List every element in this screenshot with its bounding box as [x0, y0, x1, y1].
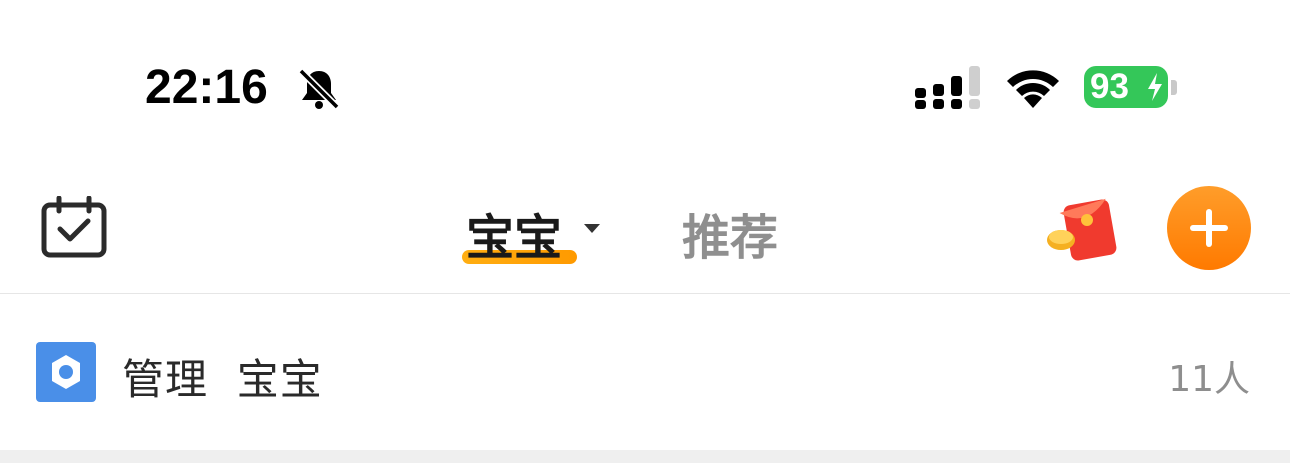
- section-divider: [0, 450, 1290, 463]
- manage-baby-row[interactable]: 管理 宝宝 11人: [0, 294, 1290, 450]
- caret-down-icon[interactable]: [582, 222, 602, 234]
- member-count: 11人: [1168, 359, 1250, 400]
- battery-level: 93: [1090, 67, 1129, 106]
- status-bar: 22:16 93: [0, 0, 1290, 150]
- signal-icon: [915, 66, 980, 109]
- red-packet-icon[interactable]: [1045, 194, 1121, 264]
- tab-baby[interactable]: 宝宝: [466, 198, 562, 268]
- battery-icon: 93: [1084, 66, 1168, 108]
- settings-badge: [36, 342, 96, 402]
- status-time: 22:16: [145, 61, 268, 114]
- calendar-check-icon[interactable]: [41, 196, 107, 258]
- battery-tip: [1171, 80, 1177, 95]
- charging-bolt-icon: [1148, 73, 1162, 101]
- wifi-icon: [1007, 70, 1059, 108]
- manage-baby-title: 管理 宝宝: [122, 355, 323, 404]
- top-nav: 宝宝 推荐: [0, 150, 1290, 294]
- gear-icon: [52, 355, 80, 389]
- plus-icon: [1190, 209, 1228, 247]
- add-button[interactable]: [1167, 186, 1251, 270]
- bell-slash-icon: [298, 68, 340, 110]
- tab-recommend[interactable]: 推荐: [682, 198, 778, 268]
